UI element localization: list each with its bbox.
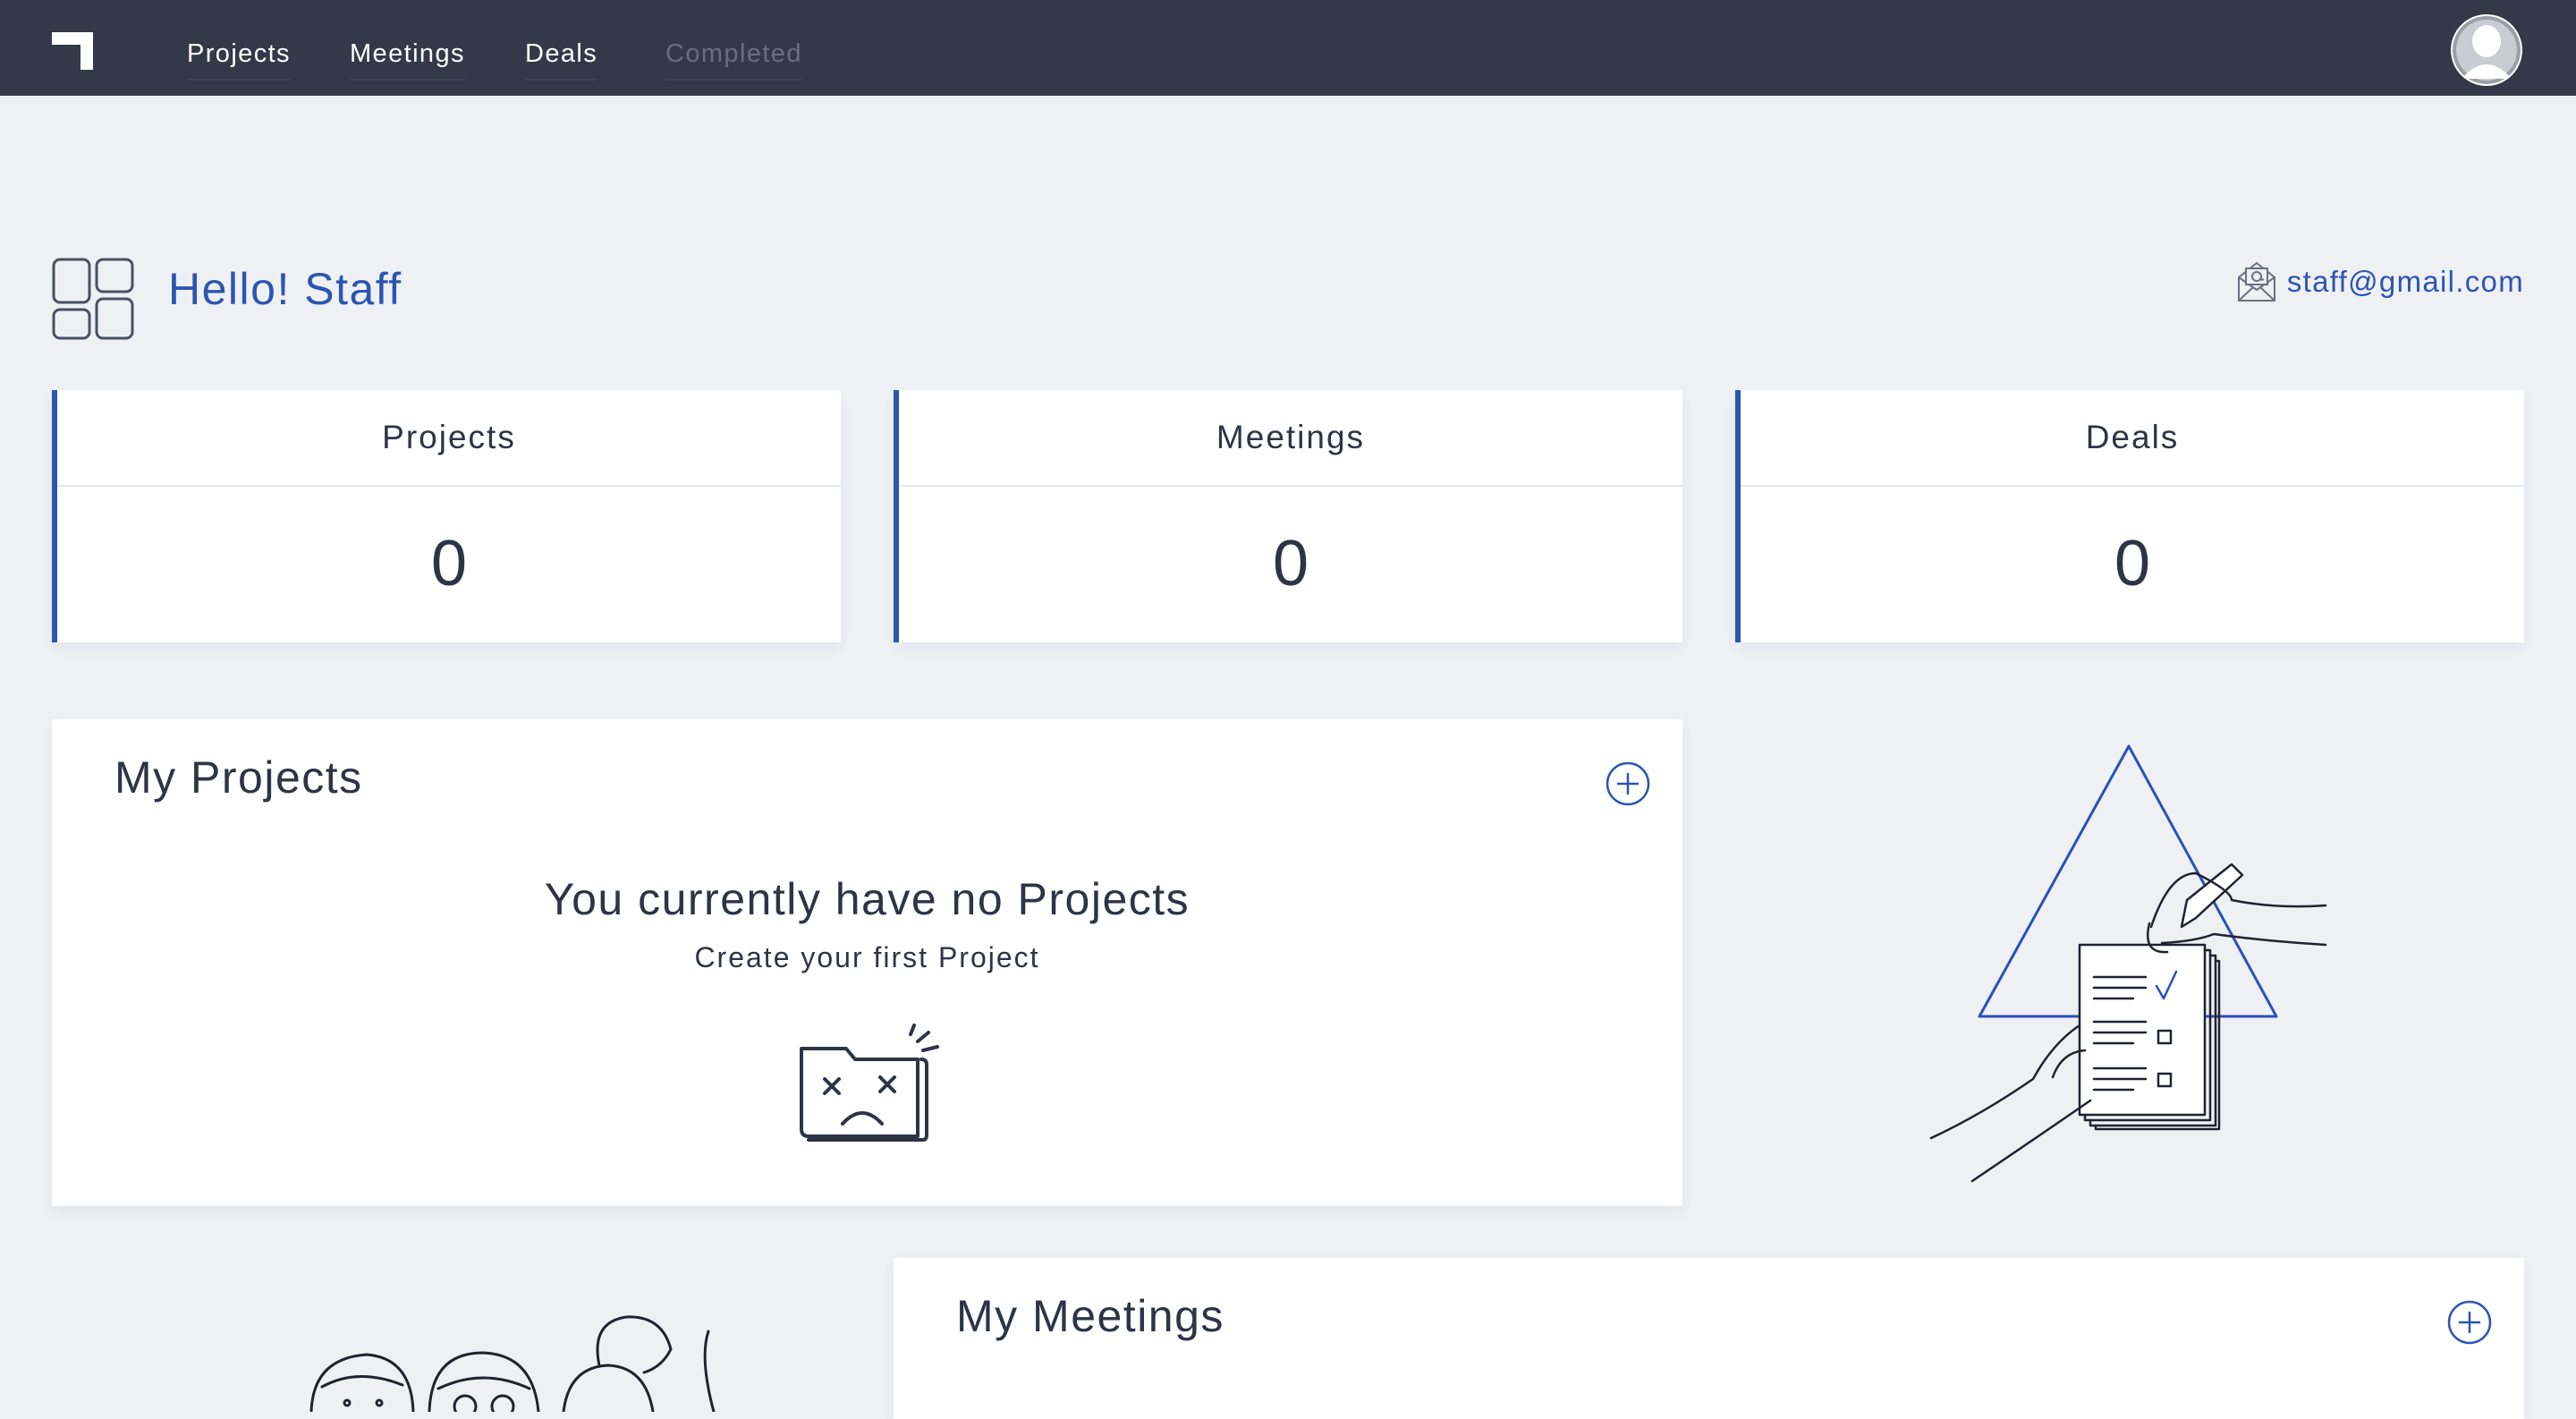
stat-label: Projects (57, 390, 841, 487)
stat-card-deals[interactable]: Deals 0 (1735, 390, 2524, 642)
stat-label: Meetings (899, 390, 1682, 487)
my-meetings-panel: My Meetings (894, 1258, 2524, 1419)
document-signing-illustration (1929, 744, 2327, 1183)
nav-projects[interactable]: Projects (187, 36, 291, 81)
dashboard-grid-icon (52, 258, 134, 340)
panel-title: My Projects (114, 752, 363, 803)
stat-value: 0 (1272, 528, 1309, 599)
stat-value: 0 (430, 528, 468, 599)
mail-at-icon (2237, 261, 2275, 302)
user-avatar[interactable] (2451, 14, 2522, 86)
nav-completed[interactable]: Completed (665, 36, 802, 81)
stat-label: Deals (1741, 390, 2524, 487)
empty-state-subtitle: Create your first Project (694, 941, 1040, 973)
my-projects-panel: My Projects You currently have no Projec… (52, 719, 1682, 1206)
nav-meetings[interactable]: Meetings (350, 36, 465, 81)
greeting-title: Hello! Staff (168, 264, 402, 314)
nav-deals[interactable]: Deals (525, 36, 598, 81)
people-illustration (309, 1315, 716, 1412)
panel-title: My Meetings (956, 1291, 1224, 1341)
avatar-placeholder-icon (2453, 16, 2521, 84)
empty-state-title: You currently have no Projects (544, 874, 1191, 924)
add-meeting-button[interactable] (2446, 1299, 2493, 1346)
stat-card-projects[interactable]: Projects 0 (52, 390, 841, 642)
user-email: staff@gmail.com (2235, 259, 2524, 304)
user-email-text[interactable]: staff@gmail.com (2287, 265, 2524, 299)
add-project-button[interactable] (1605, 760, 1651, 807)
top-navbar: Projects Meetings Deals Completed (0, 0, 2576, 96)
stat-card-meetings[interactable]: Meetings 0 (894, 390, 1682, 642)
stat-value: 0 (2114, 528, 2151, 599)
app-logo[interactable] (52, 32, 93, 70)
sad-folder-icon (800, 1024, 939, 1142)
